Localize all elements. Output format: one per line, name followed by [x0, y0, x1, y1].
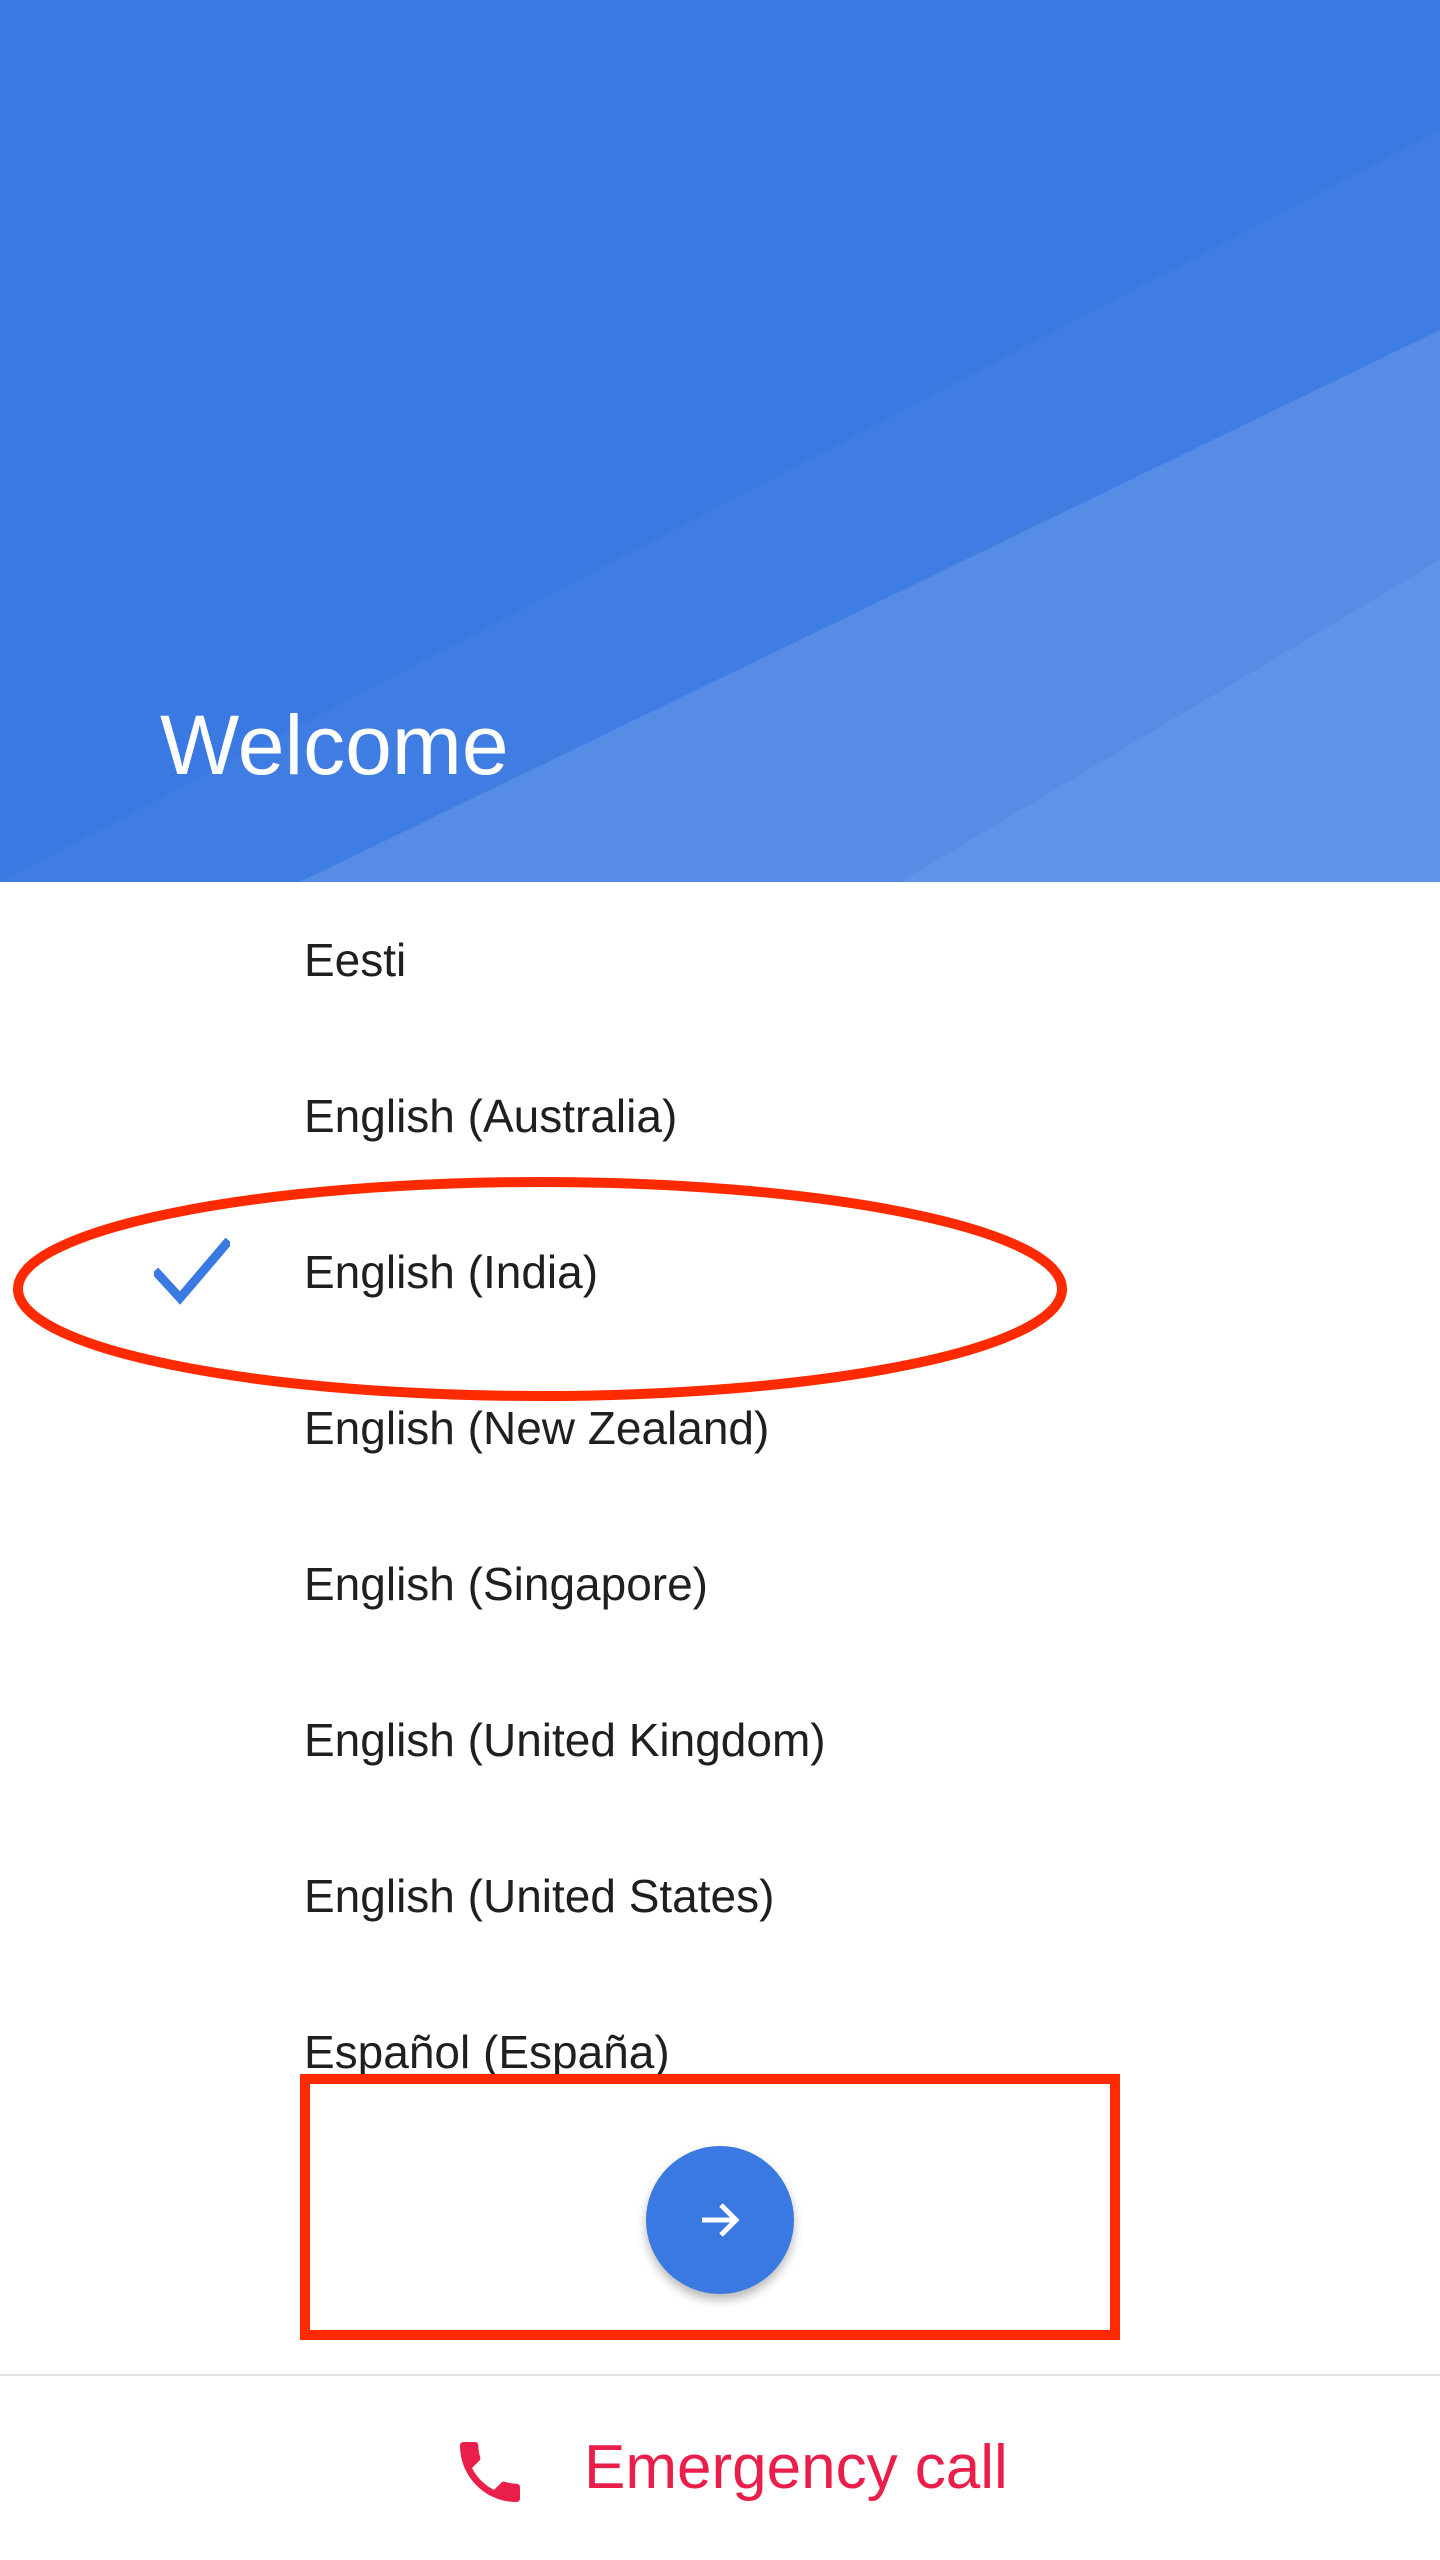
- language-item-label: English (India): [304, 1246, 599, 1298]
- language-item[interactable]: English (Australia): [0, 1038, 1440, 1194]
- language-item-label: English (New Zealand): [304, 1402, 770, 1454]
- phone-icon: [460, 2442, 520, 2502]
- language-item[interactable]: Español (España): [0, 1974, 1440, 2074]
- page-title: Welcome: [160, 698, 509, 792]
- arrow-right-icon: [702, 2203, 740, 2237]
- check-icon: [154, 1238, 230, 1305]
- welcome-header: Welcome: [0, 0, 1440, 882]
- next-button[interactable]: [646, 2146, 794, 2294]
- language-item-label: English (Singapore): [304, 1558, 709, 1610]
- emergency-call-label: Emergency call: [584, 2433, 1008, 2502]
- language-item[interactable]: English (United States): [0, 1818, 1440, 1974]
- language-item-selected[interactable]: English (India): [0, 1194, 1440, 1350]
- language-list[interactable]: Eesti English (Australia) English (India…: [0, 882, 1440, 2074]
- language-item-label: English (Australia): [304, 1090, 678, 1142]
- language-item-label: English (United States): [304, 1870, 775, 1922]
- language-item[interactable]: English (United Kingdom): [0, 1662, 1440, 1818]
- language-item[interactable]: English (New Zealand): [0, 1350, 1440, 1506]
- emergency-call-button[interactable]: Emergency call: [0, 2376, 1440, 2560]
- language-item[interactable]: English (Singapore): [0, 1506, 1440, 1662]
- language-item-label: Español (España): [304, 2026, 670, 2074]
- language-item[interactable]: Eesti: [0, 882, 1440, 1038]
- language-item-label: Eesti: [304, 934, 407, 986]
- language-item-label: English (United Kingdom): [304, 1714, 826, 1766]
